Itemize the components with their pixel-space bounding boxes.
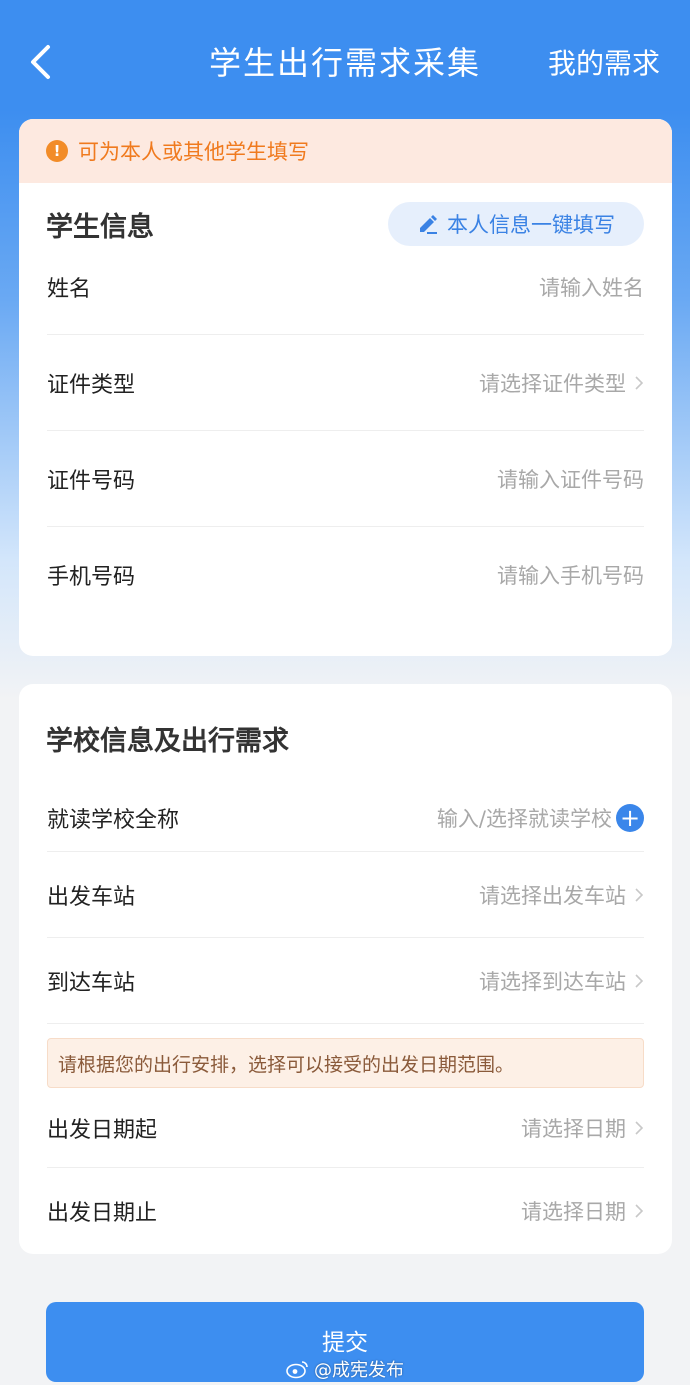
arrival-station-select[interactable]: 请选择到达车站: [479, 966, 644, 996]
notice-text: 可为本人或其他学生填写: [78, 140, 309, 164]
date-start-field[interactable]: 出发日期起 请选择日期: [47, 1088, 644, 1168]
arrival-station-field[interactable]: 到达车站 请选择到达车站: [47, 938, 644, 1024]
section-title: 学校信息及出行需求: [46, 725, 289, 757]
chevron-left-icon: [31, 45, 50, 79]
field-label: 手机号码: [47, 565, 136, 590]
top-bar: 学生出行需求采集 我的需求: [0, 0, 690, 102]
id-number-input[interactable]: 请输入证件号码: [497, 464, 644, 494]
field-placeholder: 请选择出发车站: [479, 883, 626, 908]
back-button[interactable]: [20, 38, 60, 86]
departure-station-select[interactable]: 请选择出发车站: [479, 880, 644, 910]
field-placeholder: 请选择日期: [521, 1200, 626, 1224]
watermark-text: @成宪发布: [314, 1360, 404, 1381]
field-placeholder: 请输入证件号码: [497, 467, 644, 492]
field-label: 出发车站: [47, 884, 136, 910]
student-info-card: ! 可为本人或其他学生填写 学生信息 本人信息一键填写 姓名 请输入姓名 证件类…: [19, 119, 672, 656]
notice-banner: ! 可为本人或其他学生填写: [19, 119, 672, 183]
id-type-select[interactable]: 请选择证件类型: [479, 368, 644, 398]
field-label: 出发日期起: [47, 1117, 158, 1143]
weibo-icon: [286, 1361, 308, 1379]
field-label: 出发日期止: [47, 1201, 158, 1226]
warning-icon: !: [46, 140, 68, 162]
field-label: 姓名: [47, 276, 92, 302]
field-placeholder: 输入/选择就读学校: [436, 806, 612, 831]
date-start-select[interactable]: 请选择日期: [521, 1113, 644, 1143]
edit-icon: [420, 215, 437, 234]
chevron-right-icon: [635, 1204, 644, 1218]
field-placeholder: 请输入手机号码: [497, 564, 644, 588]
field-placeholder: 请选择日期: [521, 1116, 626, 1141]
my-demand-link[interactable]: 我的需求: [548, 42, 660, 82]
school-field[interactable]: 就读学校全称 输入/选择就读学校 +: [47, 790, 644, 852]
section-title: 学生信息: [46, 211, 154, 243]
date-range-hint: 请根据您的出行安排，选择可以接受的出发日期范围。: [47, 1038, 644, 1088]
field-label: 证件号码: [47, 468, 136, 494]
chevron-right-icon: [635, 1120, 644, 1135]
field-label: 到达车站: [47, 970, 136, 996]
id-type-field[interactable]: 证件类型 请选择证件类型: [47, 335, 644, 431]
field-placeholder: 请选择证件类型: [479, 371, 626, 396]
date-end-field[interactable]: 出发日期止 请选择日期: [47, 1168, 644, 1254]
chevron-right-icon: [635, 887, 644, 902]
chevron-right-icon: [635, 973, 644, 988]
school-input[interactable]: 输入/选择就读学校 +: [437, 803, 644, 833]
field-label: 证件类型: [47, 372, 136, 398]
field-label: 就读学校全称: [47, 807, 180, 833]
school-info-card: 学校信息及出行需求 就读学校全称 输入/选择就读学校 + 出发车站 请选择出发车…: [19, 684, 672, 1254]
autofill-label: 本人信息一键填写: [447, 213, 615, 237]
section-header: 学校信息及出行需求: [19, 684, 672, 790]
name-input[interactable]: 请输入姓名: [539, 272, 644, 302]
phone-field[interactable]: 手机号码 请输入手机号码: [47, 527, 644, 623]
chevron-right-icon: [635, 375, 644, 390]
departure-station-field[interactable]: 出发车站 请选择出发车站: [47, 852, 644, 938]
field-placeholder: 请选择到达车站: [479, 969, 626, 994]
add-icon[interactable]: +: [616, 803, 644, 832]
field-placeholder: 请输入姓名: [539, 275, 644, 300]
watermark: @成宪发布: [286, 1356, 404, 1382]
name-field[interactable]: 姓名 请输入姓名: [47, 239, 644, 335]
phone-input[interactable]: 请输入手机号码: [497, 560, 644, 590]
id-number-field[interactable]: 证件号码 请输入证件号码: [47, 431, 644, 527]
date-end-select[interactable]: 请选择日期: [521, 1196, 644, 1226]
